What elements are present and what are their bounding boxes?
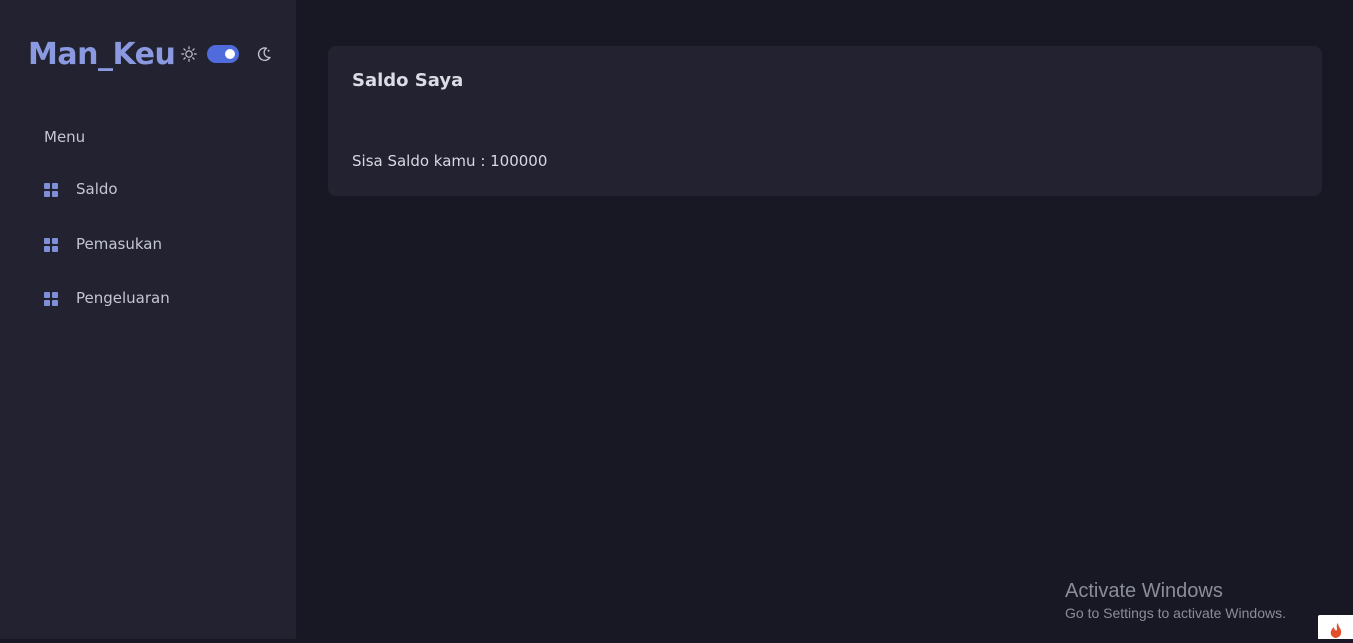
- sidebar-item-label: Pemasukan: [76, 235, 162, 253]
- sidebar-item-pemasukan[interactable]: Pemasukan: [44, 233, 162, 255]
- brand-logo-text[interactable]: Man_Keu: [28, 37, 176, 72]
- sun-icon: [181, 46, 198, 62]
- sidebar: Man_Keu Menu Saldo Pemasukan Pengeluaran: [0, 0, 296, 639]
- card-title: Saldo Saya: [352, 70, 464, 91]
- menu-heading: Menu: [44, 128, 86, 146]
- watermark-subtitle: Go to Settings to activate Windows.: [1065, 605, 1286, 621]
- toggle-knob: [225, 49, 236, 59]
- sidebar-item-pengeluaran[interactable]: Pengeluaran: [44, 287, 170, 309]
- brand-row: Man_Keu: [28, 32, 273, 76]
- balance-card: Saldo Saya Sisa Saldo kamu : 100000: [328, 46, 1322, 196]
- grid-icon: [44, 182, 58, 197]
- grid-icon: [44, 237, 58, 252]
- sidebar-item-label: Saldo: [76, 180, 118, 198]
- grid-icon: [44, 291, 58, 306]
- watermark-title: Activate Windows: [1065, 580, 1223, 602]
- theme-toggle[interactable]: [207, 45, 240, 63]
- balance-text: Sisa Saldo kamu : 100000: [352, 152, 548, 170]
- activate-windows-watermark: Activate Windows Go to Settings to activ…: [1065, 580, 1286, 624]
- sidebar-item-label: Pengeluaran: [76, 289, 170, 307]
- tray-app-icon[interactable]: [1318, 615, 1353, 639]
- moon-icon: [255, 45, 273, 63]
- sidebar-item-saldo[interactable]: Saldo: [44, 178, 118, 200]
